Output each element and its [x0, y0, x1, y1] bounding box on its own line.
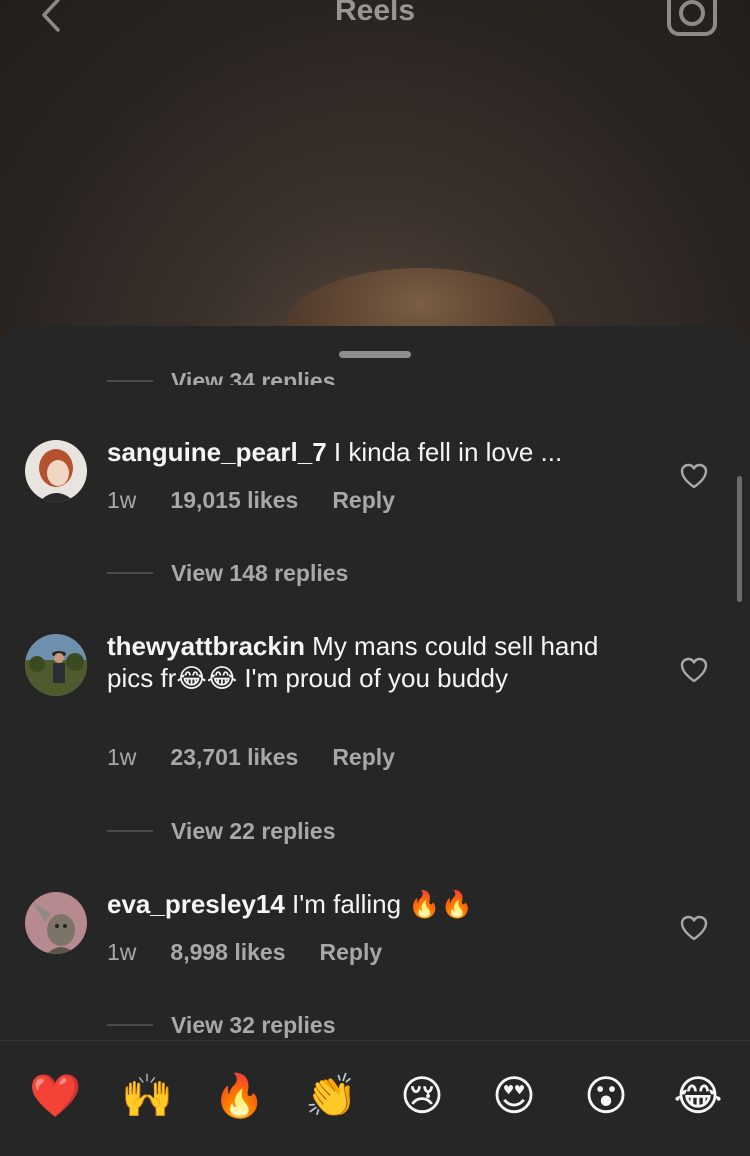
reply-button[interactable]: Reply [332, 744, 395, 771]
comment-text: thewyattbrackin My mans could sell hand … [107, 630, 627, 694]
camera-icon[interactable] [666, 0, 718, 38]
view-replies-label: View 32 replies [171, 1011, 336, 1038]
comment-meta: 1w 8,998 likes Reply [107, 939, 416, 966]
view-replies-label: View 34 replies [171, 367, 336, 394]
heart-outline-icon[interactable] [680, 463, 708, 489]
comment-username[interactable]: eva_presley14 [107, 889, 285, 919]
divider-line [107, 830, 153, 832]
tears-of-joy-emoji-button[interactable]: 😂 [673, 1071, 723, 1121]
divider-line [107, 380, 153, 382]
surprised-face-emoji-button[interactable]: 😮 [581, 1071, 631, 1121]
view-replies-button[interactable]: View 34 replies [107, 364, 336, 394]
heart-outline-icon[interactable] [680, 657, 708, 683]
reply-button[interactable]: Reply [320, 939, 383, 966]
top-bar: Reels [0, 0, 750, 40]
view-replies-button[interactable]: View 32 replies [107, 1008, 336, 1042]
crying-face-emoji-button[interactable]: 😢 [397, 1071, 447, 1121]
avatar[interactable] [25, 892, 87, 954]
view-replies-button[interactable]: View 148 replies [107, 556, 348, 590]
comment-time: 1w [107, 487, 137, 513]
raising-hands-emoji-button[interactable]: 🙌 [121, 1071, 173, 1121]
view-replies-label: View 148 replies [171, 559, 349, 586]
comment-likes[interactable]: 23,701 likes [170, 744, 298, 771]
heart-eyes-emoji-button[interactable]: 😍 [489, 1071, 539, 1121]
avatar[interactable] [25, 440, 87, 502]
comment-likes[interactable]: 19,015 likes [170, 487, 298, 514]
comment-username[interactable]: thewyattbrackin [107, 631, 305, 661]
reply-button[interactable]: Reply [332, 487, 395, 514]
view-replies-label: View 22 replies [171, 817, 336, 844]
comment-time: 1w [107, 939, 137, 965]
avatar[interactable] [25, 634, 87, 696]
comment-username[interactable]: sanguine_pearl_7 [107, 437, 327, 467]
red-heart-emoji-button[interactable]: ❤️ [29, 1071, 81, 1121]
view-replies-button[interactable]: View 22 replies [107, 814, 336, 848]
scrollbar[interactable] [737, 476, 742, 602]
emoji-reaction-bar: ❤️ 🙌 🔥 👏 😢 😍 😮 😂 [0, 1040, 750, 1156]
heart-outline-icon[interactable] [680, 915, 708, 941]
comments-sheet: View 34 replies sanguine_pearl_7 I kinda… [0, 326, 750, 1155]
divider-line [107, 1024, 153, 1026]
comment-meta: 1w 23,701 likes Reply [107, 744, 429, 771]
clapping-hands-emoji-button[interactable]: 👏 [305, 1071, 357, 1121]
page-title: Reels [334, 0, 416, 27]
comment-meta: 1w 19,015 likes Reply [107, 487, 429, 514]
drag-handle[interactable] [339, 351, 411, 358]
comment-text: sanguine_pearl_7 I kinda fell in love ..… [107, 436, 627, 468]
comment-text: eva_presley14 I'm falling 🔥🔥 [107, 888, 627, 920]
divider-line [107, 572, 153, 574]
comment-body: I kinda fell in love ... [326, 437, 563, 467]
comment-body: I'm falling 🔥🔥 [284, 889, 474, 919]
fire-emoji-button[interactable]: 🔥 [213, 1071, 265, 1121]
comment-time: 1w [107, 744, 137, 770]
comment-likes[interactable]: 8,998 likes [170, 939, 285, 966]
